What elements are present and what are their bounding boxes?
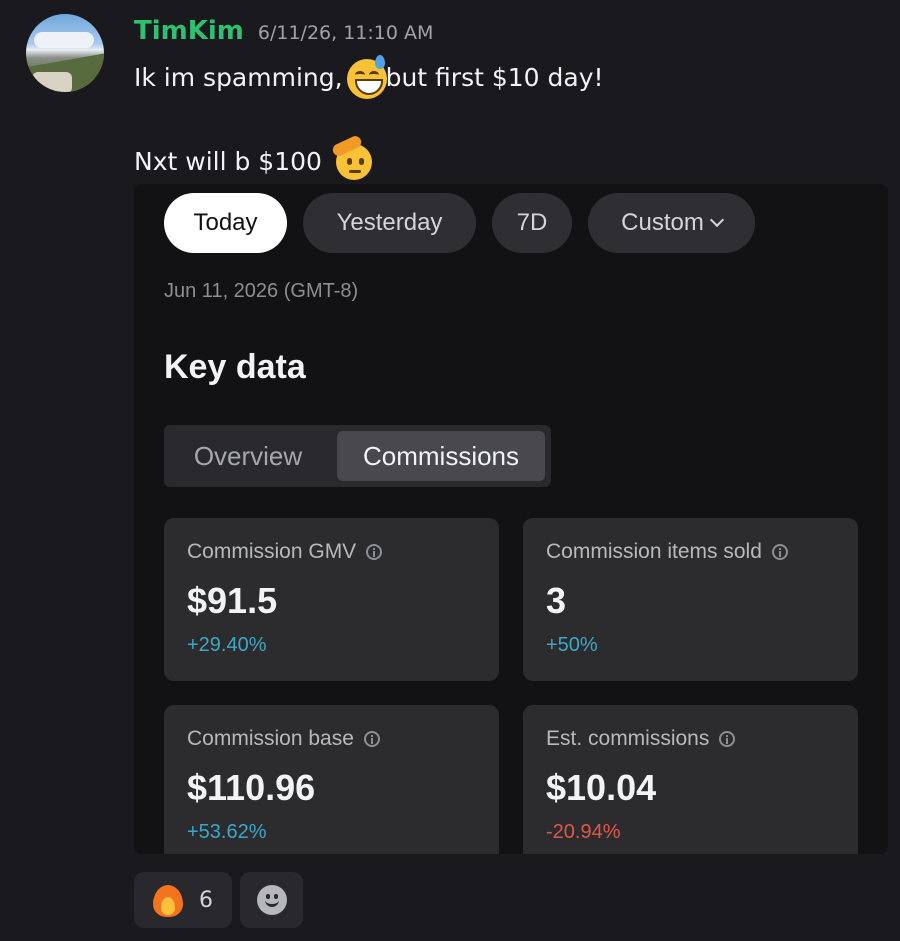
avatar-cloud [34, 32, 94, 48]
metric-change: +29.40% [187, 634, 267, 656]
filter-7d-button[interactable]: 7D [492, 193, 572, 253]
date-range-label: Jun 11, 2026 (GMT-8) [164, 280, 359, 302]
emoji-eye-right [368, 71, 379, 79]
metric-label: Commission base [187, 727, 380, 751]
avatar-rocks [32, 72, 72, 92]
user-avatar[interactable] [26, 14, 104, 92]
filter-label: Yesterday [336, 209, 443, 236]
metric-value: 3 [546, 580, 567, 621]
tab-commissions[interactable]: Commissions [337, 431, 545, 481]
filter-label: Today [193, 209, 258, 236]
info-icon[interactable] [363, 731, 380, 747]
fire-reaction-button[interactable]: 6 [134, 872, 232, 928]
emoji-eye-left [346, 158, 352, 165]
sweat-drop [374, 55, 385, 69]
data-tab-switch: Overview Commissions [164, 425, 551, 487]
icon-eye-right [273, 894, 278, 899]
filter-label: 7D [516, 209, 548, 236]
username[interactable]: TimKim [134, 16, 244, 46]
metric-card-commission-base[interactable]: Commission base $110.96 +53.62% [164, 705, 499, 854]
metric-card-est-commissions[interactable]: Est. commissions $10.04 -20.94% [523, 705, 858, 854]
fire-icon [153, 883, 183, 917]
info-icon[interactable] [771, 544, 788, 560]
chat-message: TimKim 6/11/26, 11:10 AM Ik im spamming,… [0, 0, 900, 941]
metric-label: Est. commissions [546, 727, 736, 751]
emoji-mouth [348, 170, 361, 173]
info-icon[interactable] [366, 544, 383, 560]
emoji-eye-right [358, 158, 364, 165]
image-attachment[interactable]: Today Yesterday 7D Custom Jun 11, 2026 (… [134, 184, 888, 854]
icon-eye-left [265, 894, 270, 899]
chevron-down-icon [709, 212, 724, 228]
metric-change: -20.94% [546, 821, 621, 843]
filter-custom-dropdown[interactable]: Custom [588, 193, 755, 253]
metric-card-items-sold[interactable]: Commission items sold 3 +50% [523, 518, 858, 681]
message-text-part-1: Ik im spamming, [134, 62, 343, 92]
metric-value: $10.04 [546, 767, 657, 808]
metric-change: +50% [546, 634, 598, 656]
message-text-part-2: but first $10 day! [385, 62, 604, 92]
reaction-count: 6 [199, 887, 213, 913]
metric-label-text: Est. commissions [546, 727, 710, 750]
filter-label: Custom [621, 209, 704, 236]
metric-value: $91.5 [187, 580, 278, 621]
add-reaction-icon [256, 885, 287, 915]
metric-value: $110.96 [187, 767, 316, 808]
emoji-eye-left [354, 71, 365, 79]
flame-inner [161, 897, 175, 915]
metric-card-commission-gmv[interactable]: Commission GMV $91.5 +29.40% [164, 518, 499, 681]
metric-label-text: Commission GMV [187, 540, 357, 563]
add-reaction-button[interactable] [240, 872, 303, 928]
icon-mouth [264, 900, 279, 907]
timestamp[interactable]: 6/11/26, 11:10 AM [258, 22, 434, 44]
saluting-face-emoji[interactable] [330, 134, 376, 184]
message-header: TimKim 6/11/26, 11:10 AM [134, 16, 433, 52]
metric-label: Commission GMV [187, 540, 383, 564]
filter-today-button[interactable]: Today [164, 193, 287, 253]
section-title: Key data [164, 348, 306, 386]
filter-yesterday-button[interactable]: Yesterday [303, 193, 476, 253]
message-text-line-2: Nxt will b $100 [134, 146, 322, 176]
sweat-smile-emoji[interactable] [345, 55, 389, 99]
metric-change: +53.62% [187, 821, 267, 843]
metric-label: Commission items sold [546, 540, 788, 564]
tab-overview[interactable]: Overview [170, 431, 326, 481]
info-icon[interactable] [719, 731, 736, 747]
message-line-1: Ik im spamming, but first $10 day! [134, 55, 604, 99]
metric-label-text: Commission base [187, 727, 354, 750]
metric-label-text: Commission items sold [546, 540, 762, 563]
message-line-2: Nxt will b $100 [134, 134, 376, 184]
